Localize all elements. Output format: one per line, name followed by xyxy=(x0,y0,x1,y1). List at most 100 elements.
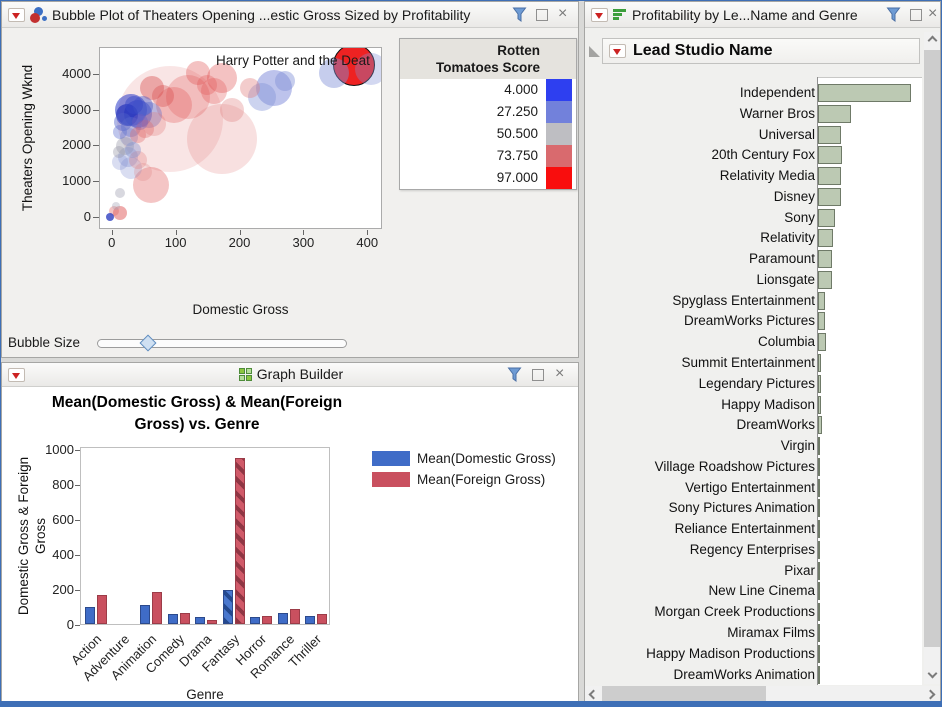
bubble[interactable] xyxy=(130,127,146,143)
bubble[interactable] xyxy=(113,146,125,158)
bar-foreign[interactable] xyxy=(97,595,107,624)
close-icon[interactable]: × xyxy=(558,7,567,21)
jmp-window: Bubble Plot of Theaters Opening ...estic… xyxy=(0,0,942,707)
studio-bar[interactable] xyxy=(818,437,820,455)
studio-bar[interactable] xyxy=(818,126,841,144)
bar-foreign[interactable] xyxy=(152,592,162,624)
studio-bar[interactable] xyxy=(818,375,821,393)
bubble[interactable] xyxy=(115,188,125,198)
bubble-size-slider-thumb[interactable] xyxy=(140,335,157,352)
legend-entry[interactable]: 50.500 xyxy=(400,123,576,145)
legend-entry[interactable]: 27.250 xyxy=(400,101,576,123)
legend-entry[interactable]: 97.000 xyxy=(400,167,576,189)
studio-bar[interactable] xyxy=(818,146,842,164)
studio-label: Spyglass Entertainment xyxy=(587,293,815,308)
legend-entry[interactable]: Mean(Domestic Gross) xyxy=(372,448,556,469)
bubble-plot-icon xyxy=(30,7,48,23)
maximize-icon[interactable] xyxy=(910,9,922,21)
bubble[interactable] xyxy=(275,71,295,91)
gb-y-axis-label: Domestic Gross & Foreign Gross xyxy=(15,436,49,636)
horizontal-scrollbar[interactable] xyxy=(585,686,941,702)
vertical-scrollbar[interactable] xyxy=(924,32,941,684)
bar-domestic[interactable] xyxy=(250,617,260,624)
studio-bar[interactable] xyxy=(818,582,820,600)
studio-bar[interactable] xyxy=(818,499,820,517)
close-icon[interactable]: × xyxy=(928,7,937,21)
bubble[interactable] xyxy=(106,213,114,221)
bar-domestic[interactable] xyxy=(168,614,178,625)
studio-bar[interactable] xyxy=(818,603,820,621)
studio-bar[interactable] xyxy=(818,541,820,559)
studio-label: Legendary Pictures xyxy=(587,376,815,391)
maximize-icon[interactable] xyxy=(536,9,548,21)
red-triangle-menu-icon[interactable] xyxy=(609,44,626,58)
studio-bar[interactable] xyxy=(818,229,833,247)
studio-bar[interactable] xyxy=(818,250,832,268)
panel-title: Graph Builder xyxy=(2,366,579,382)
legend-entry[interactable]: 73.750 xyxy=(400,145,576,167)
bubble[interactable] xyxy=(134,163,152,181)
studio-bar[interactable] xyxy=(818,354,821,372)
bubble[interactable] xyxy=(152,85,174,107)
data-filter-icon[interactable] xyxy=(886,7,901,26)
studio-label: New Line Cinema xyxy=(587,583,815,598)
y-tick-mark xyxy=(75,625,80,626)
studio-label: 20th Century Fox xyxy=(587,147,815,162)
studio-bar[interactable] xyxy=(818,167,841,185)
bar-foreign[interactable] xyxy=(262,616,272,624)
studio-bar[interactable] xyxy=(818,479,820,497)
x-tick-mark xyxy=(240,230,241,235)
legend-color-swatch xyxy=(546,101,572,123)
bubble-size-slider[interactable] xyxy=(97,339,347,348)
legend-label: Mean(Foreign Gross) xyxy=(417,472,545,487)
studio-label: Pixar xyxy=(587,563,815,578)
bubble[interactable] xyxy=(125,96,143,114)
data-filter-icon[interactable] xyxy=(507,367,522,386)
bar-domestic[interactable] xyxy=(195,617,205,624)
profitability-titlebar: Profitability by Le...Name and Genre × xyxy=(585,2,940,28)
red-triangle-menu-icon[interactable] xyxy=(8,8,25,22)
legend-title: Rotten Tomatoes Score xyxy=(400,39,576,79)
scroll-left-icon[interactable] xyxy=(585,686,603,702)
collapse-triangle-icon[interactable] xyxy=(589,46,600,57)
vertical-scrollbar-thumb[interactable] xyxy=(924,50,941,647)
bar-foreign[interactable] xyxy=(180,613,190,624)
studio-bar[interactable] xyxy=(818,271,832,289)
close-icon[interactable]: × xyxy=(555,367,564,381)
scroll-up-icon[interactable] xyxy=(924,32,941,49)
bar-foreign[interactable] xyxy=(235,458,245,624)
bar-domestic[interactable] xyxy=(140,605,150,624)
studio-bar[interactable] xyxy=(818,645,820,663)
studio-bar[interactable] xyxy=(818,105,851,123)
legend-entry[interactable]: Mean(Foreign Gross) xyxy=(372,469,556,490)
studio-bar[interactable] xyxy=(818,624,820,642)
bar-domestic[interactable] xyxy=(85,607,95,624)
scroll-right-icon[interactable] xyxy=(924,686,941,702)
bubble[interactable] xyxy=(125,142,141,158)
studio-bar[interactable] xyxy=(818,292,825,310)
bar-domestic[interactable] xyxy=(223,590,233,624)
studio-bar[interactable] xyxy=(818,84,911,102)
studio-bar[interactable] xyxy=(818,458,820,476)
bar-domestic[interactable] xyxy=(278,613,288,624)
bar-domestic[interactable] xyxy=(305,616,315,624)
maximize-icon[interactable] xyxy=(532,369,544,381)
studio-bar[interactable] xyxy=(818,562,820,580)
bar-foreign[interactable] xyxy=(207,620,217,624)
scroll-down-icon[interactable] xyxy=(924,667,941,684)
studio-bar[interactable] xyxy=(818,312,825,330)
studio-bar[interactable] xyxy=(818,396,821,414)
red-triangle-menu-icon[interactable] xyxy=(591,8,608,22)
bar-foreign[interactable] xyxy=(317,614,327,624)
studio-bar[interactable] xyxy=(818,333,826,351)
studio-bar[interactable] xyxy=(818,520,820,538)
horizontal-scrollbar-thumb[interactable] xyxy=(602,686,766,702)
studio-bar[interactable] xyxy=(818,209,835,227)
studio-bar[interactable] xyxy=(818,188,841,206)
data-filter-icon[interactable] xyxy=(512,7,527,26)
bar-foreign[interactable] xyxy=(290,609,300,624)
bubble[interactable] xyxy=(240,78,260,98)
studio-bar[interactable] xyxy=(818,416,822,434)
studio-bar[interactable] xyxy=(818,666,820,684)
legend-entry[interactable]: 4.000 xyxy=(400,79,576,101)
